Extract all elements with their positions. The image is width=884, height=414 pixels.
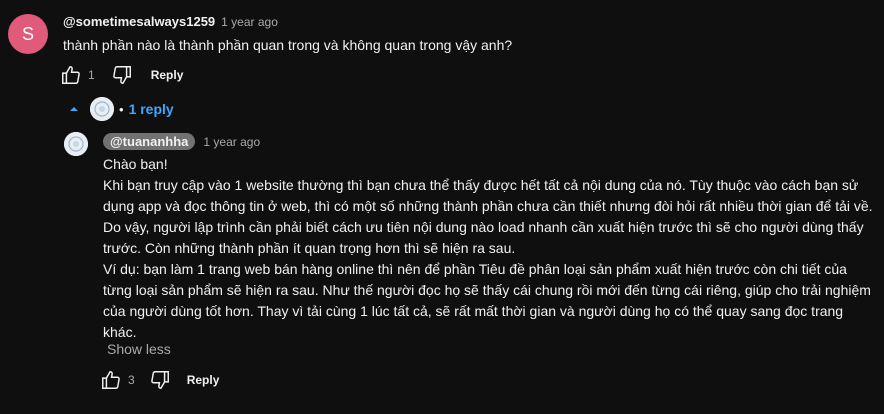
reply-timestamp[interactable]: 1 year ago bbox=[203, 135, 260, 149]
reply-line: Khi bạn truy cập vào 1 website thường th… bbox=[103, 177, 873, 256]
comment-text: thành phần nào là thành phần quan trong … bbox=[63, 37, 513, 53]
replies-count-link[interactable]: 1 reply bbox=[129, 101, 174, 117]
reply-button[interactable]: Reply bbox=[187, 373, 220, 387]
avatar-letter: S bbox=[21, 23, 34, 44]
comment-author-handle[interactable]: @sometimesalways1259 bbox=[63, 14, 215, 29]
like-count: 1 bbox=[88, 68, 95, 82]
reply-avatar[interactable] bbox=[64, 132, 88, 156]
reply-actions: 3 Reply bbox=[100, 369, 219, 391]
reply-text: Chào bạn! Khi bạn truy cập vào 1 website… bbox=[103, 154, 873, 343]
reply-line: Ví dụ: bạn làm 1 trang web bán hàng onli… bbox=[103, 261, 871, 340]
separator-dot: • bbox=[119, 101, 124, 117]
comment-header: @sometimesalways1259 1 year ago bbox=[63, 14, 278, 29]
replies-toggle[interactable]: • 1 reply bbox=[68, 97, 174, 121]
reply-header: @tuananhha 1 year ago bbox=[103, 133, 260, 150]
avatar[interactable]: S bbox=[8, 14, 48, 54]
reply-author-handle[interactable]: @tuananhha bbox=[103, 133, 196, 150]
like-count: 3 bbox=[128, 373, 135, 387]
reply-button[interactable]: Reply bbox=[151, 68, 184, 82]
reply-line: Chào bạn! bbox=[103, 156, 168, 172]
chevron-up-icon bbox=[68, 103, 80, 115]
show-less-button[interactable]: Show less bbox=[107, 341, 171, 357]
dislike-icon[interactable] bbox=[149, 369, 171, 391]
dislike-icon[interactable] bbox=[111, 64, 133, 86]
comment-actions: 1 Reply bbox=[60, 64, 183, 86]
comment-timestamp[interactable]: 1 year ago bbox=[221, 15, 278, 29]
like-icon[interactable] bbox=[100, 369, 122, 391]
like-icon[interactable] bbox=[60, 64, 82, 86]
replier-avatar bbox=[90, 97, 114, 121]
